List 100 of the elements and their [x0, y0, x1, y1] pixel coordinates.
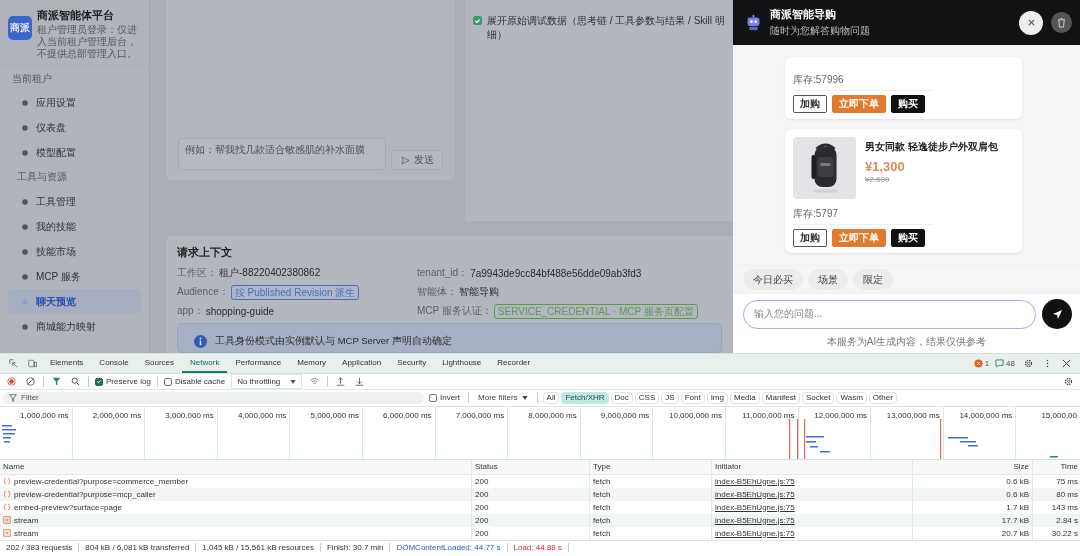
- devtools-tab[interactable]: Console: [91, 354, 137, 373]
- tick-label: 15,000,00: [1041, 410, 1077, 420]
- type-filter-chip[interactable]: Doc: [610, 391, 633, 404]
- send-button[interactable]: 发送: [391, 150, 443, 170]
- type-filter-chip[interactable]: Wasm: [836, 391, 867, 404]
- initiator-link[interactable]: index-B5EhUgne.js:75: [715, 502, 795, 512]
- close-icon: [1026, 18, 1036, 27]
- devtools-tab[interactable]: Memory: [289, 354, 335, 373]
- device-icon[interactable]: [28, 359, 37, 368]
- nav-item[interactable]: 应用设置: [8, 90, 141, 115]
- tick-label: 7,000,000 ms: [455, 410, 505, 420]
- buy-button[interactable]: 购买: [891, 229, 925, 247]
- type-filter-chip[interactable]: Img: [706, 391, 728, 404]
- type-filter-chip[interactable]: JS: [661, 391, 679, 404]
- initiator-link[interactable]: index-B5EhUgne.js:75: [715, 476, 795, 486]
- request-name[interactable]: preview-credential?purpose=mcp_caller: [14, 489, 156, 499]
- column-header[interactable]: Status: [472, 459, 590, 474]
- column-header[interactable]: Size: [913, 459, 1033, 474]
- devtools-tab[interactable]: Recorder: [489, 354, 539, 373]
- filter-icon[interactable]: [52, 377, 61, 387]
- app-description: 租户管理员登录：仅进入当前租户管理后台，不提供总部管理入口。: [37, 24, 138, 60]
- nav-item[interactable]: 工具管理: [8, 189, 141, 214]
- column-header[interactable]: Name: [0, 459, 472, 474]
- initiator-link[interactable]: index-B5EhUgne.js:75: [715, 528, 795, 538]
- nav-item[interactable]: 仪表盘: [8, 115, 141, 140]
- checkbox[interactable]: [163, 377, 172, 386]
- type-filter-chip[interactable]: Other: [868, 391, 897, 404]
- request-name[interactable]: preview-credential?purpose=commerce_member: [14, 476, 189, 486]
- devtools-tab[interactable]: Application: [334, 354, 390, 373]
- tag: SERVICE_CREDENTIAL · MCP 服务页配置: [493, 303, 698, 319]
- settings-icon[interactable]: [1024, 359, 1033, 368]
- add-to-cart-button[interactable]: 加购: [793, 229, 827, 247]
- nav-item[interactable]: 商城能力映射: [8, 314, 141, 339]
- info-icon: [194, 334, 207, 348]
- type-filter-chip[interactable]: Manifest: [761, 391, 800, 404]
- request-name[interactable]: stream: [14, 528, 39, 538]
- download-icon[interactable]: [355, 377, 365, 387]
- initiator-link[interactable]: index-B5EhUgne.js:75: [715, 515, 795, 525]
- throttling-select[interactable]: No throttling: [231, 374, 303, 390]
- send-button[interactable]: [1042, 299, 1072, 329]
- settings-icon[interactable]: [1064, 377, 1073, 387]
- fetch-icon: [3, 490, 11, 499]
- delete-button[interactable]: [1051, 12, 1072, 33]
- devtools-tab[interactable]: Lighthouse: [434, 354, 490, 373]
- inspect-icon[interactable]: [9, 359, 18, 368]
- suggestion-chip[interactable]: 今日必买: [743, 269, 803, 290]
- tick-label: 9,000,000 ms: [600, 410, 650, 420]
- send-icon: [400, 155, 410, 165]
- type-filter-chip[interactable]: All: [542, 391, 560, 404]
- robot-icon: [745, 14, 762, 31]
- tick-label: 10,000,000 ms: [669, 410, 722, 420]
- suggestion-chip[interactable]: 场景: [808, 269, 848, 290]
- type-filter-chip[interactable]: CSS: [634, 391, 660, 404]
- close-icon[interactable]: [1062, 359, 1071, 368]
- nav-item[interactable]: 我的技能: [8, 214, 141, 239]
- buy-button[interactable]: 购买: [891, 95, 925, 113]
- devtools-tab[interactable]: Elements: [42, 354, 92, 373]
- nav-item[interactable]: 技能市场: [8, 239, 141, 264]
- status-text: Load: 44.88 s: [507, 543, 569, 553]
- logo: 商派: [8, 16, 32, 40]
- clear-icon[interactable]: [26, 377, 35, 387]
- document-icon: [3, 529, 11, 538]
- type-filter-chip[interactable]: Fetch/XHR: [561, 391, 609, 404]
- wifi-icon[interactable]: [310, 377, 320, 387]
- field-value: 租户-88220402380862: [219, 266, 321, 280]
- record-icon[interactable]: [7, 377, 16, 387]
- checkbox[interactable]: [429, 393, 437, 402]
- upload-icon[interactable]: [336, 377, 346, 387]
- search-icon[interactable]: [71, 377, 80, 387]
- nav-item[interactable]: MCP 服务: [8, 264, 141, 289]
- request-name[interactable]: stream: [14, 515, 39, 525]
- more-filters-button[interactable]: More filters: [474, 393, 532, 403]
- column-header[interactable]: Time: [1033, 459, 1080, 474]
- error-count: 1: [984, 359, 990, 368]
- devtools-tab[interactable]: Network: [182, 354, 228, 373]
- prompt-field[interactable]: 例如：帮我找几款适合敏感肌的补水面膜: [178, 138, 387, 170]
- close-button[interactable]: [1019, 10, 1043, 35]
- suggestion-chip[interactable]: 限定: [853, 269, 893, 290]
- filter-field[interactable]: Filter: [3, 391, 424, 404]
- type-filter-chip[interactable]: Font: [680, 391, 705, 404]
- fetch-icon: [3, 503, 11, 512]
- field-label: tenant_id：: [417, 266, 469, 280]
- nav-item[interactable]: 模型配置: [8, 140, 141, 165]
- checkbox[interactable]: [95, 377, 103, 386]
- type-filter-chip[interactable]: Socket: [802, 391, 835, 404]
- devtools-tab[interactable]: Sources: [136, 354, 183, 373]
- column-header[interactable]: Type: [590, 459, 712, 474]
- checkbox-label: 展开原始调试数据（思考链 / 工具参数与结果 / Skill 明细）: [487, 14, 726, 42]
- devtools-tab[interactable]: Performance: [227, 354, 290, 373]
- caret-icon: [521, 395, 528, 400]
- column-header[interactable]: Initiator: [712, 459, 913, 474]
- table-cell-text: 80 ms: [1055, 488, 1079, 501]
- checkbox[interactable]: [473, 16, 482, 25]
- error-icon: [973, 359, 983, 368]
- menu-item-icon: [21, 322, 29, 331]
- initiator-link[interactable]: index-B5EhUgne.js:75: [715, 489, 795, 499]
- add-to-cart-button[interactable]: 加购: [793, 95, 827, 113]
- devtools-tab[interactable]: Security: [389, 354, 435, 373]
- type-filter-chip[interactable]: Media: [730, 391, 760, 404]
- request-name[interactable]: embed-preview?surface=page: [14, 502, 122, 512]
